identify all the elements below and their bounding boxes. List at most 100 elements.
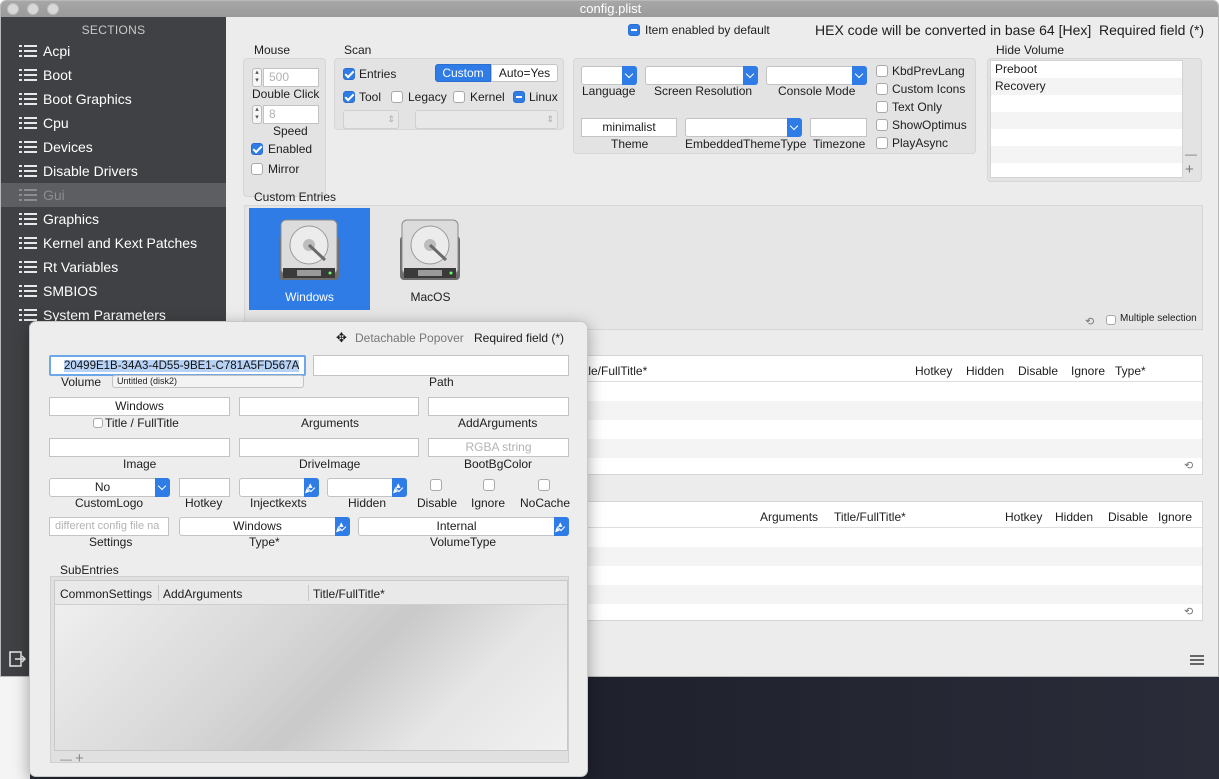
table-2-col-arguments[interactable]: Arguments <box>760 510 818 524</box>
speed-field[interactable]: 8 <box>263 105 319 124</box>
menu-icon[interactable] <box>1190 655 1204 665</box>
multiple-selection-checkbox[interactable] <box>1106 315 1116 325</box>
table-2-col-hotkey[interactable]: Hotkey <box>1005 510 1042 524</box>
hide-volume-row[interactable]: Recovery <box>991 78 1182 95</box>
embedded-theme-popup[interactable] <box>685 118 802 137</box>
table-2-action-icon[interactable]: ⟲ <box>1184 605 1193 618</box>
sidebar-item-kernel-and-kext-patches[interactable]: Kernel and Kext Patches <box>1 231 226 255</box>
double-click-stepper[interactable]: ▴ ▾ <box>252 68 262 87</box>
hide-volume-row[interactable] <box>991 129 1182 146</box>
ignore-checkbox[interactable] <box>483 479 495 491</box>
gui-check-text-only-checkbox[interactable] <box>876 101 888 113</box>
scan-autoyes-segment[interactable]: Auto=Yes <box>491 64 558 82</box>
sidebar-item-smbios[interactable]: SMBIOS <box>1 279 226 303</box>
fulltitle-checkbox[interactable] <box>93 418 103 428</box>
entry-windows[interactable]: Windows <box>249 208 370 310</box>
gui-check-playasync-checkbox[interactable] <box>876 137 888 149</box>
table-1-action-icon[interactable]: ⟲ <box>1184 459 1193 472</box>
sub-col-commonsettings[interactable]: CommonSettings <box>60 587 152 601</box>
sidebar-item-graphics[interactable]: Graphics <box>1 207 226 231</box>
sidebar-item-gui[interactable]: Gui <box>1 183 226 207</box>
addarguments-field[interactable] <box>428 397 569 416</box>
sidebar-item-devices[interactable]: Devices <box>1 135 226 159</box>
sidebar-item-disable-drivers[interactable]: Disable Drivers <box>1 159 226 183</box>
table-1-col-type[interactable]: Type* <box>1115 364 1146 378</box>
list-icon <box>19 237 37 249</box>
sidebar-item-boot[interactable]: Boot <box>1 63 226 87</box>
driveimage-field[interactable] <box>239 438 419 457</box>
type-popup[interactable]: Windows <box>179 516 350 536</box>
path-field[interactable] <box>313 355 569 376</box>
table-1-col-title[interactable]: tle/FullTitle* <box>585 364 647 378</box>
gui-check-label: Text Only <box>892 100 943 114</box>
language-popup[interactable] <box>581 66 637 85</box>
settings-field[interactable]: different config file na <box>49 517 169 536</box>
entry-popover: ✥ Detachable Popover Required field (*) … <box>29 321 588 777</box>
entry-macos[interactable]: MacOS <box>370 208 491 310</box>
hide-volume-row[interactable]: Preboot <box>991 61 1182 78</box>
hide-volume-remove-button[interactable]: — <box>1185 147 1197 161</box>
sidebar-item-boot-graphics[interactable]: Boot Graphics <box>1 87 226 111</box>
scan-legacy-popup[interactable]: ⇕ <box>343 110 399 129</box>
speed-stepper[interactable]: ▴ ▾ <box>252 105 262 124</box>
customlogo-popup[interactable]: No <box>49 478 170 497</box>
volumetype-popup[interactable]: Internal <box>358 516 569 536</box>
sidebar-item-cpu[interactable]: Cpu <box>1 111 226 135</box>
table-1-col-ignore[interactable]: Ignore <box>1071 364 1105 378</box>
detachable-popover-label: Detachable Popover <box>355 331 464 345</box>
sub-col-addarguments[interactable]: AddArguments <box>163 587 242 601</box>
list-icon <box>19 45 37 57</box>
table-2-col-disable[interactable]: Disable <box>1108 510 1148 524</box>
theme-field[interactable]: minimalist <box>581 118 677 137</box>
nocache-checkbox[interactable] <box>538 479 550 491</box>
move-icon[interactable]: ✥ <box>336 330 347 346</box>
scan-custom-segment[interactable]: Custom <box>435 64 491 82</box>
hidden-popup[interactable] <box>327 477 407 497</box>
table-2-col-ignore[interactable]: Ignore <box>1158 510 1192 524</box>
volume-popup[interactable]: Untitled (disk2) <box>112 375 304 388</box>
disable-checkbox[interactable] <box>430 479 442 491</box>
sidebar-item-acpi[interactable]: Acpi <box>1 39 226 63</box>
disable-label: Disable <box>417 496 458 510</box>
table-1-col-hotkey[interactable]: Hotkey <box>915 364 952 378</box>
scan-entries-checkbox[interactable] <box>343 68 355 80</box>
bootbgcolor-field[interactable]: RGBA string <box>428 438 569 457</box>
subentries-add-button[interactable]: + <box>75 750 84 767</box>
timezone-field[interactable] <box>810 118 867 137</box>
hide-volume-row[interactable] <box>991 146 1182 163</box>
console-mode-popup[interactable] <box>766 66 867 85</box>
export-icon[interactable] <box>9 651 27 667</box>
double-click-field[interactable]: 500 <box>263 68 319 87</box>
hide-volume-row[interactable] <box>991 95 1182 112</box>
table-1-col-hidden[interactable]: Hidden <box>966 364 1004 378</box>
table-1-col-disable[interactable]: Disable <box>1018 364 1058 378</box>
sub-col-title[interactable]: Title/FullTitle* <box>313 587 385 601</box>
subentries-remove-button[interactable]: — <box>60 752 72 766</box>
table-2-col-title[interactable]: Title/FullTitle* <box>834 510 906 524</box>
item-enabled-checkbox[interactable] <box>628 24 640 36</box>
hide-volume-row[interactable] <box>991 112 1182 129</box>
mouse-enabled-checkbox[interactable] <box>251 143 263 155</box>
gui-check-kbdprevlang-checkbox[interactable] <box>876 65 888 77</box>
injectkexts-popup[interactable] <box>239 477 319 497</box>
scan-linux-checkbox[interactable] <box>513 91 525 103</box>
title-field[interactable]: Windows <box>49 397 230 416</box>
scan-kernel-popup[interactable]: ⇕ <box>415 110 558 129</box>
gui-check-custom-icons-checkbox[interactable] <box>876 83 888 95</box>
uuid-field[interactable]: 20499E1B-34A3-4D55-9BE1-C781A5FD567A <box>49 355 306 376</box>
mouse-mirror-checkbox[interactable] <box>251 163 263 175</box>
scan-kernel-checkbox[interactable] <box>453 91 465 103</box>
scan-legacy-checkbox[interactable] <box>391 91 403 103</box>
arguments-field[interactable] <box>239 397 419 416</box>
customlogo-label: CustomLogo <box>75 496 144 510</box>
refresh-icon[interactable]: ⟲ <box>1085 315 1094 328</box>
sidebar-item-rt-variables[interactable]: Rt Variables <box>1 255 226 279</box>
hotkey-field[interactable] <box>179 478 230 497</box>
scan-tool-checkbox[interactable] <box>343 91 355 103</box>
window-title: config.plist <box>579 1 642 16</box>
hide-volume-add-button[interactable]: + <box>1185 161 1194 178</box>
gui-check-showoptimus-checkbox[interactable] <box>876 119 888 131</box>
table-2-col-hidden[interactable]: Hidden <box>1055 510 1093 524</box>
image-field[interactable] <box>49 438 230 457</box>
screen-resolution-popup[interactable] <box>645 66 758 85</box>
